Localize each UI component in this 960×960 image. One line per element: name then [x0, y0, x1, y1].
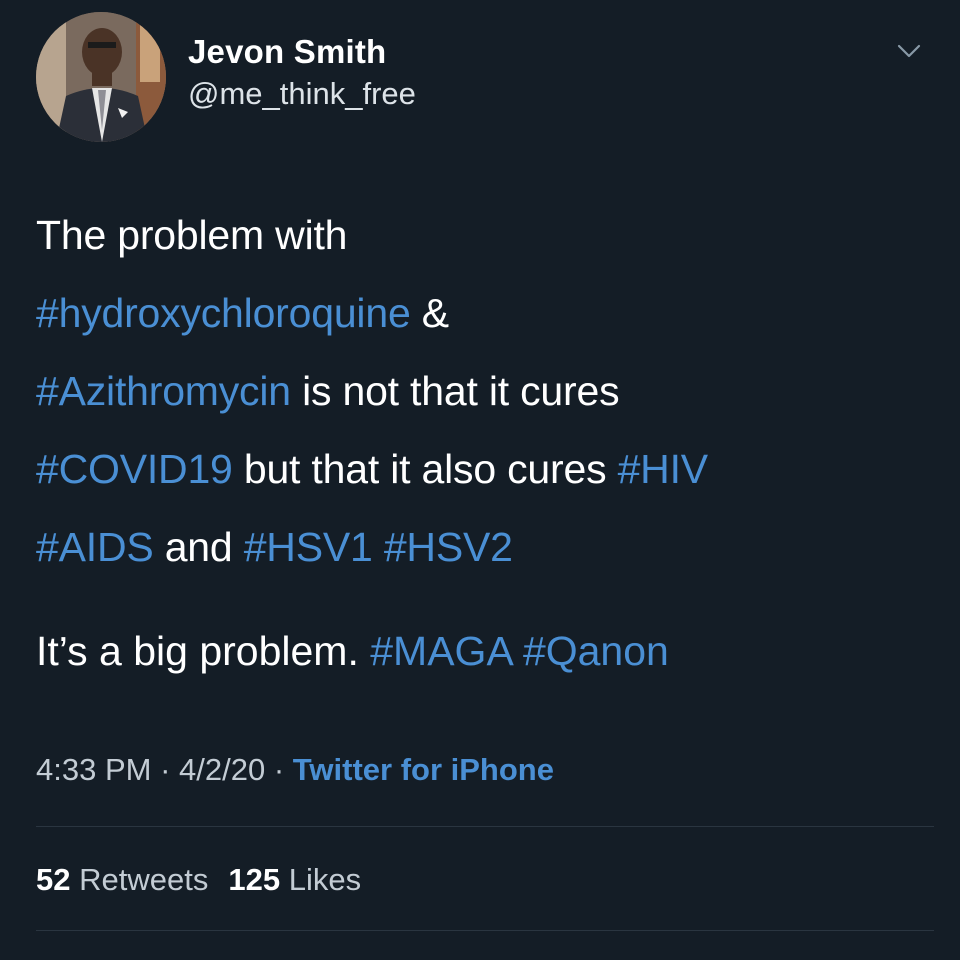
retweets-label: Retweets: [79, 862, 209, 897]
tweet-body: The problem with #hydroxychloroquine & #Az…: [36, 196, 936, 586]
tweet-text: is not that it cures: [290, 368, 620, 414]
tweet-text: and: [153, 524, 244, 570]
tweet-body-line: #AIDS and #HSV1 #HSV2: [36, 508, 936, 586]
tweet-body-line: The problem with: [36, 196, 936, 274]
likes-stat[interactable]: 125 Likes: [228, 862, 361, 897]
tweet-meta: 4:33 PM · 4/2/20 · Twitter for iPhone: [36, 750, 554, 790]
meta-separator: ·: [151, 752, 180, 787]
hashtag-link[interactable]: #MAGA: [370, 628, 511, 674]
hashtag-link[interactable]: #HIV: [618, 446, 709, 492]
retweets-count: 52: [36, 862, 71, 897]
tweet-text: The problem with: [36, 212, 348, 258]
tweet-card: Jevon Smith @me_think_free The problem w…: [0, 0, 960, 960]
meta-separator: ·: [265, 752, 293, 787]
tweet-second-paragraph: It’s a big problem. #MAGA #Qanon: [36, 612, 936, 690]
author-names: Jevon Smith @me_think_free: [188, 32, 416, 114]
chevron-down-icon[interactable]: [894, 36, 924, 66]
tweet-body-line: #COVID19 but that it also cures #HIV: [36, 430, 936, 508]
tweet-time: 4:33 PM: [36, 752, 152, 787]
retweets-stat[interactable]: 52 Retweets: [36, 862, 208, 897]
tweet-body-line: #Azithromycin is not that it cures: [36, 352, 936, 430]
tweet-body-line: #hydroxychloroquine &: [36, 274, 936, 352]
tweet-text: &: [410, 290, 449, 336]
hashtag-link[interactable]: #Qanon: [523, 628, 669, 674]
divider: [36, 930, 934, 931]
hashtag-link[interactable]: #hydroxychloroquine: [36, 290, 411, 336]
divider: [36, 826, 934, 827]
hashtag-link[interactable]: #Azithromycin: [36, 368, 291, 414]
likes-label: Likes: [288, 862, 362, 897]
author-display-name[interactable]: Jevon Smith: [188, 32, 416, 72]
tweet-source-link[interactable]: Twitter for iPhone: [293, 752, 554, 787]
tweet-header: Jevon Smith @me_think_free: [36, 12, 924, 142]
likes-count: 125: [228, 862, 281, 897]
hashtag-link[interactable]: #COVID19: [36, 446, 233, 492]
tweet-stats: 52 Retweets 125 Likes: [36, 860, 361, 900]
tweet-text: but that it also cures: [232, 446, 618, 492]
hashtag-link[interactable]: #HSV2: [384, 524, 513, 570]
avatar-photo: [36, 12, 166, 142]
avatar[interactable]: [36, 12, 166, 142]
author-handle[interactable]: @me_think_free: [188, 74, 416, 114]
tweet-text: [373, 524, 384, 570]
tweet-text: [512, 628, 523, 674]
hashtag-link[interactable]: #AIDS: [36, 524, 154, 570]
hashtag-link[interactable]: #HSV1: [244, 524, 373, 570]
tweet-date[interactable]: 4/2/20: [179, 752, 265, 787]
tweet-text: It’s a big problem.: [36, 628, 371, 674]
